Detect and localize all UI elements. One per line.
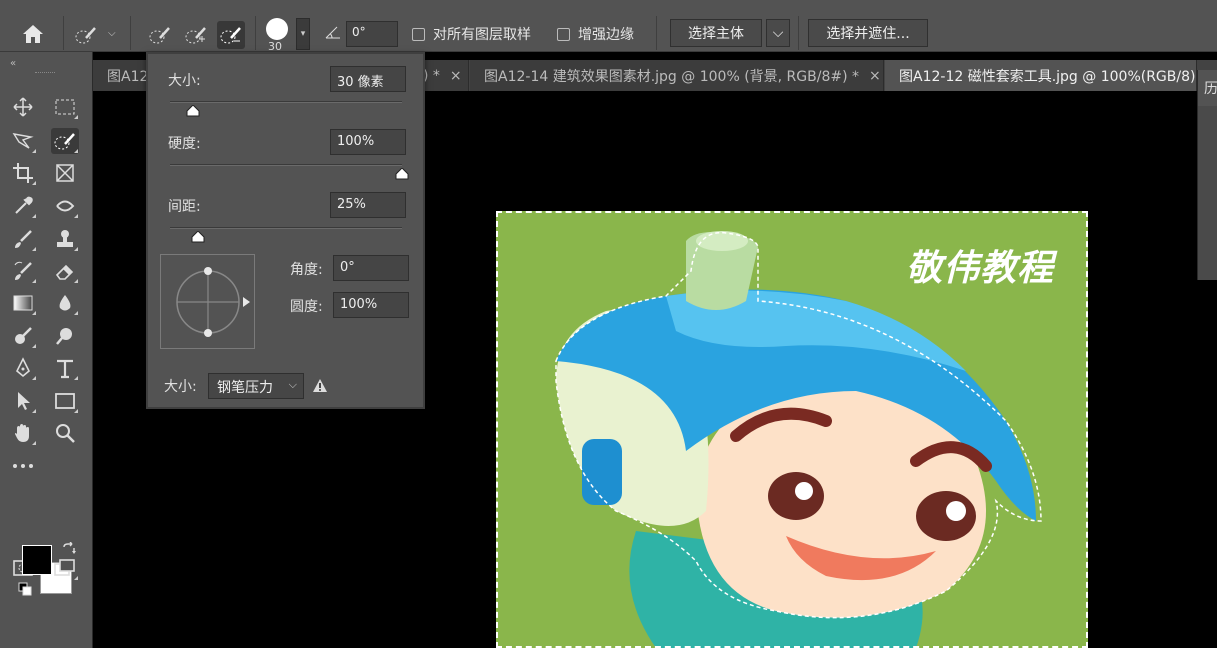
angle-field[interactable]: 0° <box>346 21 398 47</box>
tools-panel: « <box>0 52 93 648</box>
tab-label: 图A12-14 建筑效果图素材.jpg @ 100% (背景, RGB/8#) … <box>484 68 860 85</box>
frame-tool-icon[interactable] <box>51 160 79 186</box>
hardness-field[interactable]: 100% <box>330 129 406 155</box>
select-value: 钢笔压力 <box>217 380 273 396</box>
crop-tool-icon[interactable] <box>9 160 37 186</box>
eraser-tool-icon[interactable] <box>51 258 79 284</box>
spacing-slider-track[interactable] <box>170 227 402 229</box>
spacing-field[interactable]: 25% <box>330 192 406 218</box>
collapse-icon[interactable]: « <box>10 58 16 69</box>
path-selection-tool-icon[interactable] <box>9 388 37 414</box>
history-brush-tool-icon[interactable] <box>9 258 37 284</box>
healing-brush-tool-icon[interactable] <box>51 193 79 219</box>
roundness-field[interactable]: 100% <box>333 292 409 318</box>
hardness-slider-track[interactable] <box>170 164 402 166</box>
select-and-mask-button[interactable]: 选择并遮住... <box>808 19 928 47</box>
divider <box>130 16 131 50</box>
enhance-edge-label: 增强边缘 <box>578 27 634 43</box>
foreground-color-swatch[interactable] <box>22 545 52 575</box>
divider <box>798 16 799 50</box>
quick-selection-tool-icon[interactable] <box>51 128 79 154</box>
marquee-tool-icon[interactable] <box>51 94 79 120</box>
panel-grip[interactable] <box>35 72 55 74</box>
spacing-label: 间距: <box>168 199 201 215</box>
tab-document-2[interactable]: ) * × <box>423 60 469 91</box>
rectangle-tool-icon[interactable] <box>51 388 79 414</box>
quick-selection-tool-preset-icon[interactable] <box>72 21 100 49</box>
selection-marquee <box>496 211 1088 648</box>
pressure-size-label: 大小: <box>164 379 197 395</box>
gradient-tool-icon[interactable] <box>9 290 37 316</box>
tab-label: 图A12-12 磁性套索工具.jpg @ 100%(RGB/8) <box>899 68 1196 85</box>
hardness-label: 硬度: <box>168 136 201 152</box>
divider <box>255 16 256 50</box>
eyedropper-tool-icon[interactable] <box>9 193 37 219</box>
divider <box>63 16 64 50</box>
brush-picker-dropdown[interactable]: ▾ <box>296 18 310 50</box>
type-tool-icon[interactable] <box>51 355 79 381</box>
add-to-selection-icon[interactable] <box>182 21 210 49</box>
warning-icon <box>312 378 328 397</box>
lasso-tool-icon[interactable] <box>9 128 37 154</box>
brush-preview[interactable] <box>266 18 288 40</box>
options-bar: ⌵ 30 ▾ 0° 对所有图层取样 增强边缘 选择主体 ⌵ 选择并遮住... <box>0 0 1217 53</box>
select-subject-dropdown[interactable]: ⌵ <box>766 19 790 47</box>
sample-all-layers-label: 对所有图层取样 <box>433 27 531 43</box>
more-tools-icon[interactable] <box>9 453 37 479</box>
size-label: 大小: <box>168 73 201 89</box>
document-image[interactable]: 敬伟教程 <box>496 211 1088 648</box>
default-colors-icon[interactable] <box>18 582 32 600</box>
brush-options-popup: 大小: 30 像素 硬度: 100% 间距: 25% 角度: 0° 圆度: 10… <box>146 52 425 409</box>
pen-tool-icon[interactable] <box>9 355 37 381</box>
move-tool-icon[interactable] <box>9 94 37 120</box>
divider <box>656 16 657 50</box>
history-panel[interactable]: 历 <box>1197 70 1217 280</box>
blur-tool-icon[interactable] <box>51 290 79 316</box>
pen-pressure-select[interactable]: 钢笔压力 ⌵ <box>208 373 304 399</box>
enhance-edge-checkbox[interactable] <box>557 28 570 41</box>
brush-tool-icon[interactable] <box>9 226 37 252</box>
select-subject-button[interactable]: 选择主体 <box>670 19 762 47</box>
screen-mode-icon[interactable] <box>51 555 79 581</box>
chevron-down-icon: ⌵ <box>288 378 297 391</box>
tab-label: 图A12 <box>107 68 148 85</box>
hand-tool-icon[interactable] <box>9 420 37 446</box>
tab-document-1[interactable]: 图A12 <box>93 60 148 91</box>
dodge-tool-icon[interactable] <box>9 323 37 349</box>
new-selection-icon[interactable] <box>146 21 174 49</box>
tab-document-active[interactable]: 图A12-12 磁性套索工具.jpg @ 100%(RGB/8) <box>885 60 1197 91</box>
clone-stamp-tool-icon[interactable] <box>51 226 79 252</box>
chevron-down-icon: ▾ <box>300 29 306 39</box>
sponge-tool-icon[interactable] <box>51 323 79 349</box>
home-icon[interactable] <box>20 22 50 48</box>
close-icon[interactable]: × <box>869 68 881 84</box>
chevron-down-icon[interactable]: ⌵ <box>108 28 116 39</box>
angle-label: 角度: <box>290 262 323 278</box>
sample-all-layers-checkbox[interactable] <box>412 28 425 41</box>
tab-document-3[interactable]: 图A12-14 建筑效果图素材.jpg @ 100% (背景, RGB/8#) … <box>470 60 884 91</box>
subtract-from-selection-icon[interactable] <box>217 21 245 49</box>
tab-label: ) * <box>423 67 440 84</box>
angle-field[interactable]: 0° <box>333 255 409 281</box>
brush-tip-preview[interactable] <box>160 254 255 349</box>
panel-header[interactable]: 历 <box>1198 70 1217 106</box>
chevron-down-icon: ⌵ <box>772 25 784 41</box>
roundness-label: 圆度: <box>290 299 323 315</box>
angle-icon <box>324 24 342 44</box>
size-slider-track[interactable] <box>170 101 402 103</box>
size-field[interactable]: 30 像素 <box>330 66 406 92</box>
close-icon[interactable]: × <box>450 68 462 84</box>
zoom-tool-icon[interactable] <box>51 420 79 446</box>
